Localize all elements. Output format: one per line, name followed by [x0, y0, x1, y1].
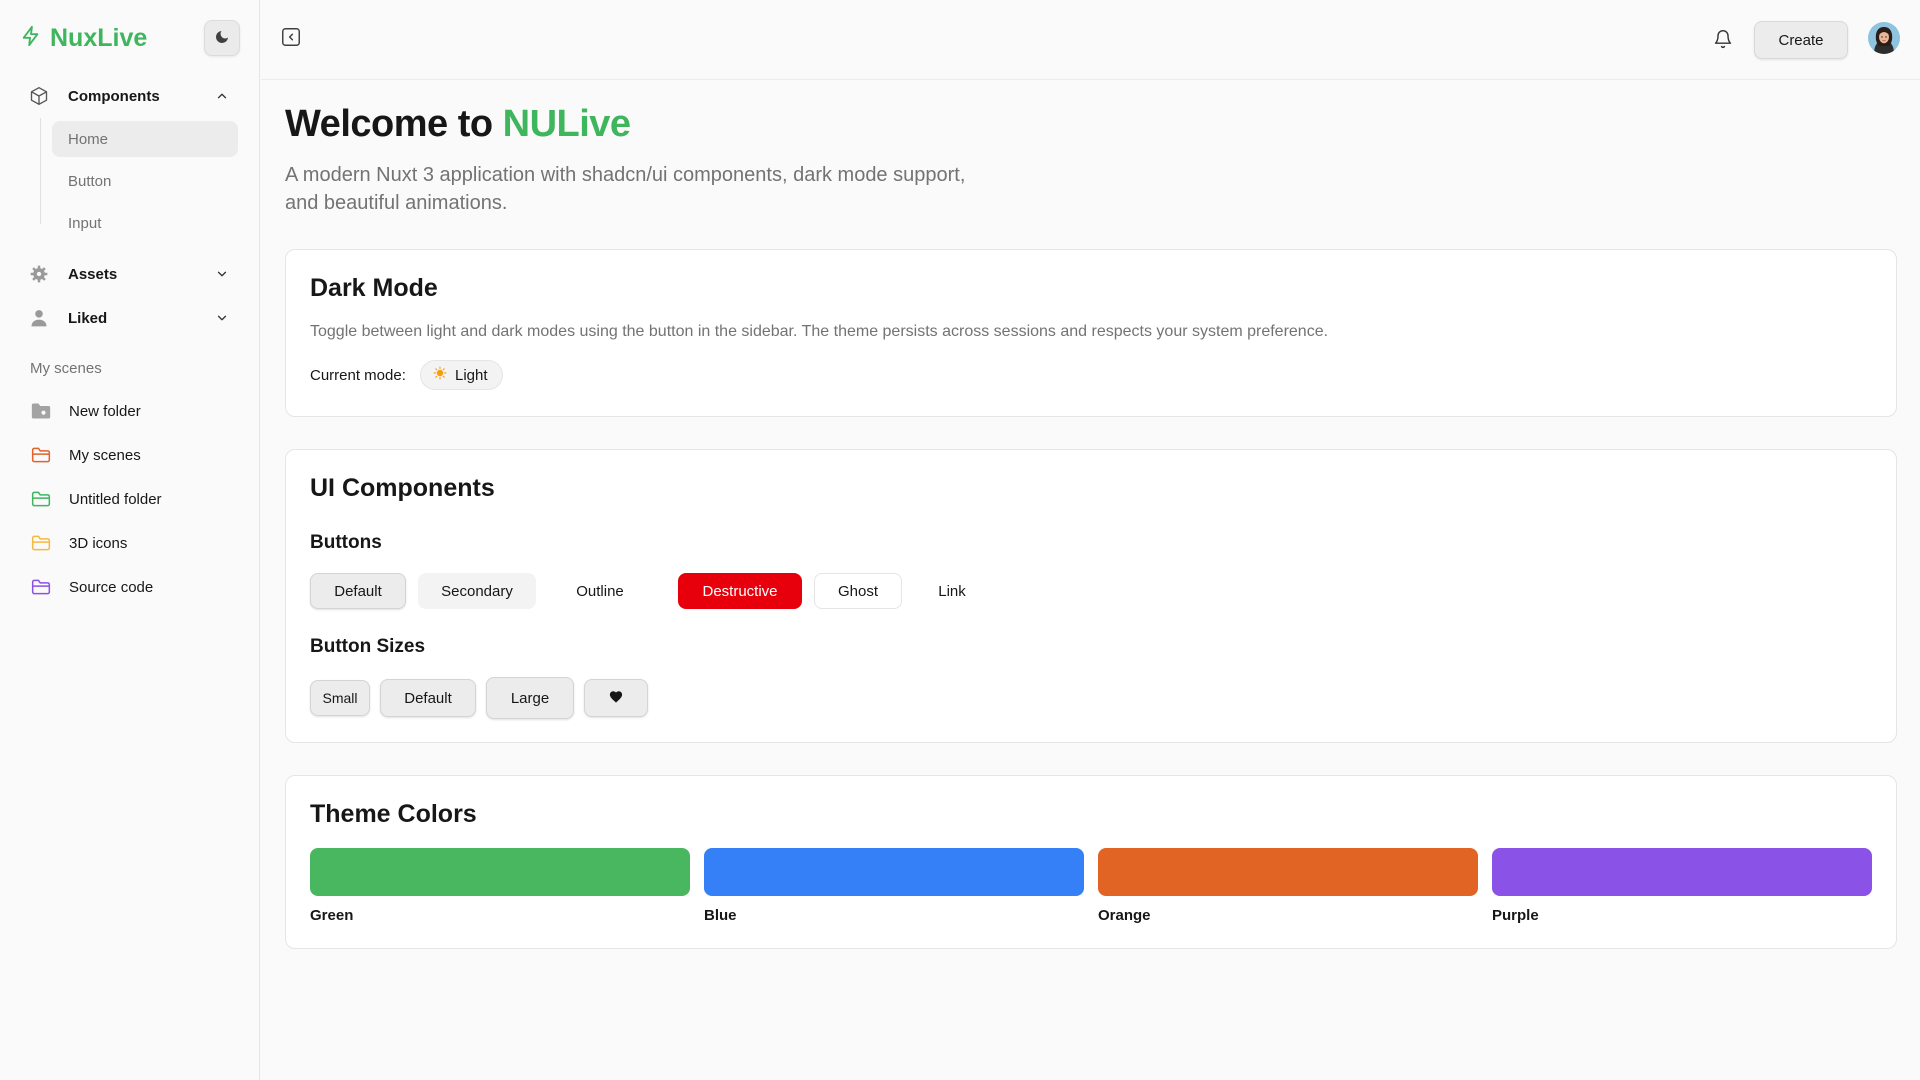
current-mode-value: Light [455, 366, 488, 384]
folder-label: New folder [69, 402, 141, 420]
secondary-button[interactable]: Secondary [418, 573, 536, 609]
buttons-heading: Buttons [310, 532, 382, 553]
collapse-sidebar-button[interactable] [279, 26, 303, 50]
theme-toggle-button[interactable] [204, 20, 240, 56]
color-swatch-blue [704, 848, 1084, 896]
button-sizes-heading: Button Sizes [310, 636, 426, 657]
avatar[interactable] [1868, 22, 1900, 54]
theme-colors-card: Theme Colors Green Blue Orange Purple [285, 775, 1897, 949]
tree-line [40, 118, 41, 224]
color-label: Purple [1492, 907, 1539, 924]
top-header: Create [261, 0, 1920, 80]
destructive-button[interactable]: Destructive [678, 573, 802, 609]
folder-item-my-scenes[interactable]: My scenes [30, 439, 240, 471]
brand-name: NuxLive [50, 23, 148, 52]
color-label: Green [310, 907, 354, 924]
chevron-down-icon[interactable] [212, 308, 232, 328]
folder-item-new-folder[interactable]: New folder [30, 395, 240, 427]
bell-icon[interactable] [1712, 28, 1734, 50]
sun-icon [433, 366, 447, 384]
panel-collapse-icon [280, 26, 302, 51]
brand[interactable]: NuxLive [20, 22, 147, 54]
icon-button[interactable] [584, 679, 648, 717]
ui-components-card: UI Components Buttons Default Secondary … [285, 449, 1897, 743]
folder-icon [30, 488, 52, 510]
nav-group-components[interactable]: Components [24, 81, 236, 111]
nav-group-label: Liked [68, 309, 108, 327]
title-accent: NULive [502, 103, 631, 145]
create-button[interactable]: Create [1754, 21, 1848, 59]
folder-icon [30, 532, 52, 554]
folder-item-3d-icons[interactable]: 3D icons [30, 527, 240, 559]
color-swatch-green [310, 848, 690, 896]
sidebar-item-home[interactable]: Home [52, 121, 238, 157]
dark-mode-card: Dark Mode Toggle between light and dark … [285, 249, 1897, 417]
color-label: Orange [1098, 907, 1151, 924]
link-button[interactable]: Link [914, 573, 990, 609]
nav-group-label: Assets [68, 265, 118, 283]
small-button[interactable]: Small [310, 680, 370, 716]
color-label: Blue [704, 907, 737, 924]
gear-icon [24, 259, 54, 289]
sidebar-item-input[interactable]: Input [52, 205, 238, 241]
outline-button[interactable]: Outline [548, 573, 652, 609]
card-title: Dark Mode [310, 274, 438, 302]
card-title: UI Components [310, 474, 495, 502]
folder-item-untitled-folder[interactable]: Untitled folder [30, 483, 240, 515]
folder-label: Source code [69, 578, 154, 596]
user-icon [24, 303, 54, 333]
page-title: Welcome to NULive [285, 103, 631, 146]
cube-icon [24, 81, 54, 111]
default-size-button[interactable]: Default [380, 679, 476, 717]
chevron-down-icon[interactable] [212, 264, 232, 284]
folder-label: My scenes [69, 446, 141, 464]
card-description: Toggle between light and dark modes usin… [310, 323, 1329, 340]
title-prefix: Welcome to [285, 103, 503, 145]
default-button[interactable]: Default [310, 573, 406, 609]
folder-label: 3D icons [69, 534, 128, 552]
current-mode-label: Current mode: [310, 367, 406, 384]
moon-icon [214, 29, 230, 48]
heart-icon [609, 690, 623, 707]
nav-group-label: Components [68, 87, 160, 105]
current-mode-badge: Light [420, 360, 503, 390]
section-label-my-scenes: My scenes [30, 360, 102, 377]
ghost-button[interactable]: Ghost [814, 573, 902, 609]
nav-group-liked[interactable]: Liked [24, 303, 236, 333]
nav-group-assets[interactable]: Assets [24, 259, 236, 289]
sidebar: NuxLive Components Home Button Input Ass… [0, 0, 260, 1080]
bolt-icon [20, 24, 42, 53]
card-title: Theme Colors [310, 800, 477, 828]
chevron-up-icon[interactable] [212, 86, 232, 106]
folder-label: Untitled folder [69, 490, 162, 508]
folder-icon [30, 400, 52, 422]
folder-icon [30, 444, 52, 466]
large-button[interactable]: Large [486, 677, 574, 719]
page-subtitle: A modern Nuxt 3 application with shadcn/… [285, 164, 966, 214]
main-content: Welcome to NULive A modern Nuxt 3 applic… [261, 81, 1920, 1080]
folder-item-source-code[interactable]: Source code [30, 571, 240, 603]
folder-icon [30, 576, 52, 598]
color-swatch-orange [1098, 848, 1478, 896]
color-swatch-purple [1492, 848, 1872, 896]
sidebar-item-button[interactable]: Button [52, 163, 238, 199]
